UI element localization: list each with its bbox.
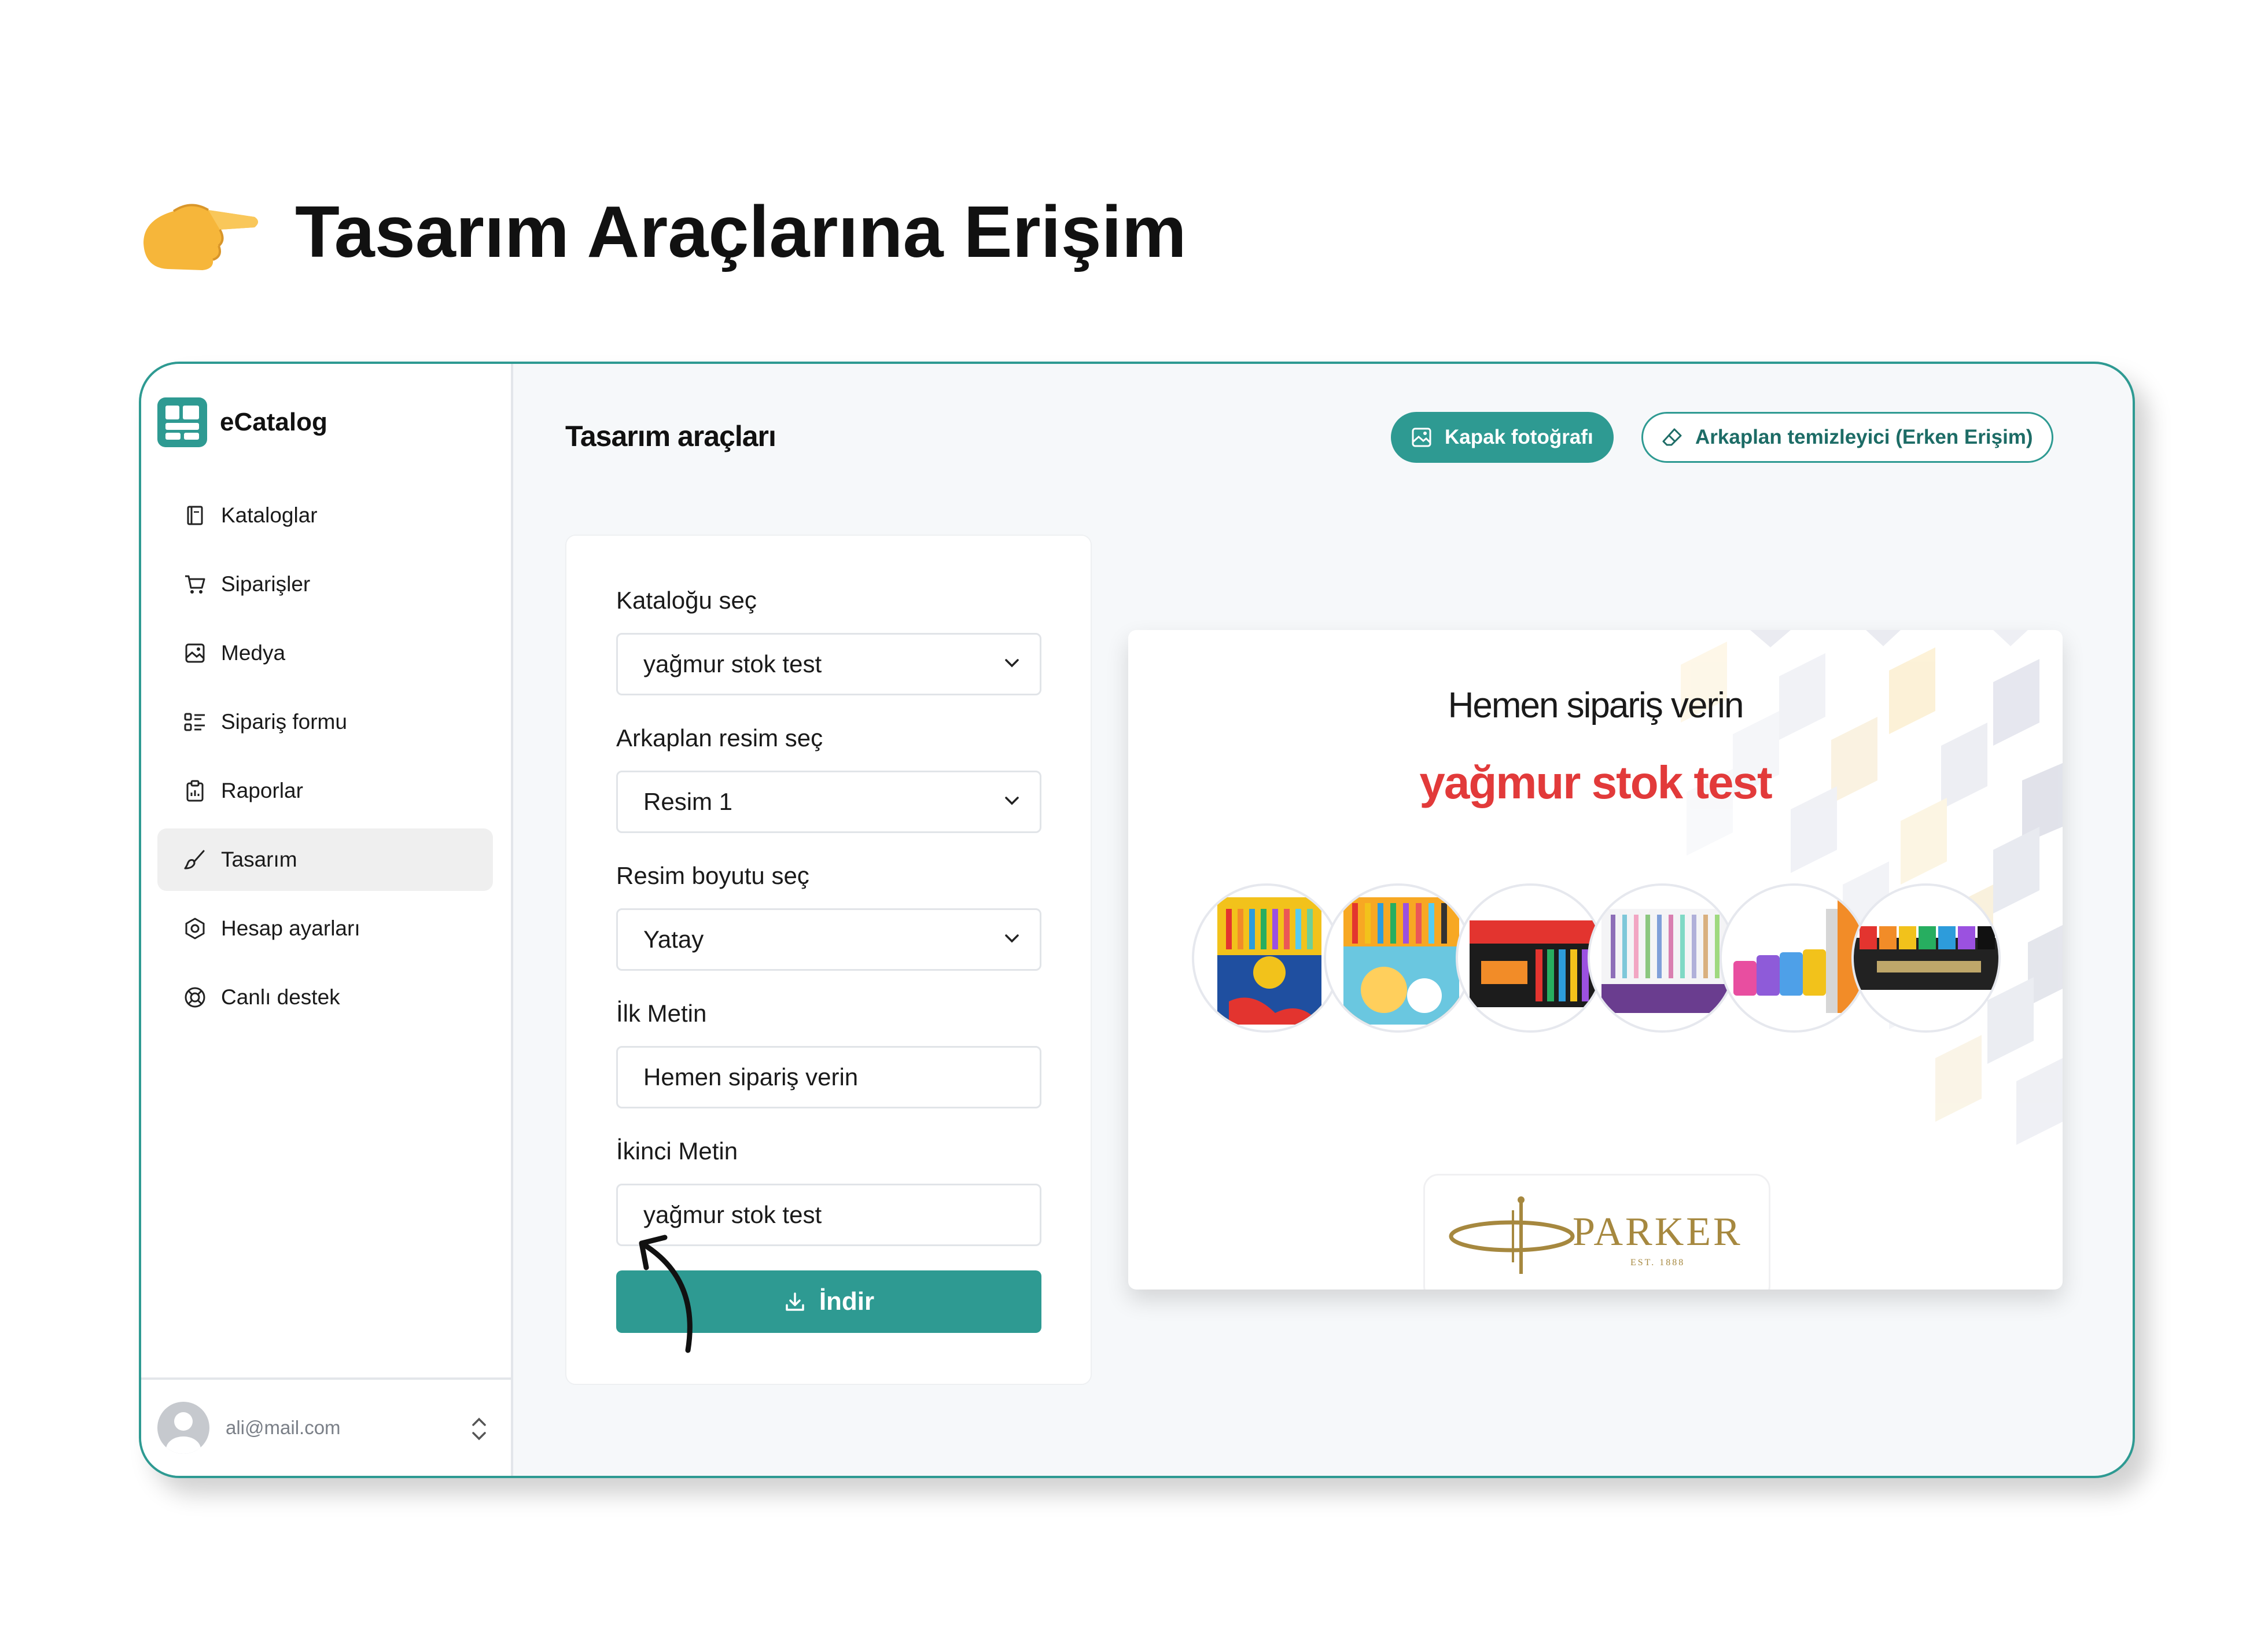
sidebar-item-label: Hesap ayarları — [221, 916, 360, 940]
page-title: Tasarım araçları — [565, 420, 776, 452]
product-image — [1192, 883, 1341, 1033]
product-image — [1324, 883, 1473, 1033]
sidebar-item-raporlar[interactable]: Raporlar — [157, 760, 493, 822]
avatar — [157, 1402, 209, 1454]
app-window: eCatalog Kataloglar Siparişler Medya Sip… — [139, 362, 2135, 1478]
catalog-select-value: yağmur stok test — [643, 650, 822, 677]
cover-photo-label: Kapak fotoğrafı — [1445, 426, 1593, 448]
image-icon — [183, 641, 207, 665]
sidebar-item-label: Kataloglar — [221, 503, 318, 527]
brand-logo-subtext: EST. 1888 — [1630, 1258, 1685, 1268]
product-image — [1720, 883, 1869, 1033]
sidebar-item-canli-destek[interactable]: Canlı destek — [157, 966, 493, 1029]
chevron-down-icon — [1005, 797, 1019, 805]
book-icon — [183, 503, 207, 528]
cover-photo-button[interactable]: Kapak fotoğrafı — [1391, 412, 1614, 463]
cart-icon — [183, 572, 207, 596]
user-email: ali@mail.com — [226, 1417, 341, 1438]
brand-logo-text: PARKER — [1573, 1210, 1743, 1254]
eraser-icon — [1662, 428, 1682, 446]
first-text-value: Hemen sipariş verin — [643, 1063, 859, 1091]
chevron-down-icon — [1005, 659, 1019, 668]
sidebar-item-label: Sipariş formu — [221, 710, 347, 734]
brand-name: eCatalog — [220, 408, 327, 436]
ecatalog-logo-icon — [157, 397, 207, 447]
product-circles — [1192, 883, 2002, 1034]
sidebar-item-label: Siparişler — [221, 572, 311, 596]
preview-second-text: yağmur stok test — [1419, 757, 1772, 808]
sidebar-item-medya[interactable]: Medya — [157, 622, 493, 684]
background-select-label: Arkaplan resim seç — [616, 724, 823, 751]
second-text-value: yağmur stok test — [643, 1201, 822, 1228]
sidebar-item-siparisler[interactable]: Siparişler — [157, 553, 493, 616]
brand-logo-card: PARKER EST. 1888 — [1423, 1174, 1770, 1290]
parker-logo-icon — [1449, 1196, 1575, 1274]
brand[interactable]: eCatalog — [157, 397, 327, 447]
image-icon — [1412, 428, 1431, 447]
first-text-label: İlk Metin — [616, 1000, 707, 1027]
preview-first-text: Hemen sipariş verin — [1448, 686, 1744, 725]
sidebar-nav: Kataloglar Siparişler Medya Sipariş form… — [157, 484, 493, 1035]
form-list-icon — [183, 710, 207, 734]
main-content: Tasarım araçları Kapak fotoğrafı Arkapla… — [513, 364, 2133, 1476]
pointing-hand-icon — [143, 204, 258, 270]
download-label: İndir — [819, 1287, 875, 1316]
clipboard-icon — [183, 779, 207, 803]
first-text-input[interactable]: Hemen sipariş verin — [616, 1046, 1041, 1108]
sidebar-item-label: Raporlar — [221, 779, 303, 802]
sidebar-item-label: Tasarım — [221, 848, 297, 871]
chevron-up-down-icon[interactable] — [470, 1414, 488, 1443]
design-preview: Hemen sipariş verin yağmur stok test PAR… — [1128, 630, 2063, 1290]
sidebar-item-label: Canlı destek — [221, 985, 340, 1009]
sidebar-item-label: Medya — [221, 641, 286, 665]
product-image — [1588, 883, 1737, 1033]
size-select[interactable]: Yatay — [616, 908, 1041, 971]
hero-title: Tasarım Araçlarına Erişim — [295, 190, 1187, 272]
catalog-select[interactable]: yağmur stok test — [616, 633, 1041, 695]
size-select-label: Resim boyutu seç — [616, 862, 809, 889]
chevron-down-icon — [1005, 934, 1019, 943]
sidebar-item-siparis-formu[interactable]: Sipariş formu — [157, 691, 493, 753]
settings-hexagon-icon — [183, 916, 207, 941]
lifebuoy-icon — [183, 985, 207, 1010]
background-remover-label: Arkaplan temizleyici (Erken Erişim) — [1695, 426, 2033, 448]
sidebar-item-hesap-ayarlari[interactable]: Hesap ayarları — [157, 897, 493, 960]
background-remover-button[interactable]: Arkaplan temizleyici (Erken Erişim) — [1641, 412, 2053, 463]
product-image — [1456, 883, 1605, 1033]
second-text-label: İkinci Metin — [616, 1137, 738, 1165]
background-select[interactable]: Resim 1 — [616, 771, 1041, 833]
user-menu[interactable]: ali@mail.com — [141, 1377, 511, 1476]
brush-icon — [183, 848, 207, 872]
size-select-value: Yatay — [643, 926, 704, 953]
sidebar-item-tasarim[interactable]: Tasarım — [157, 828, 493, 891]
product-image — [1851, 883, 2001, 1033]
sidebar: eCatalog Kataloglar Siparişler Medya Sip… — [141, 364, 513, 1476]
sidebar-item-kataloglar[interactable]: Kataloglar — [157, 484, 493, 547]
hero-heading: Tasarım Araçlarına Erişim — [139, 174, 1187, 289]
download-icon — [786, 1292, 804, 1311]
catalog-select-label: Kataloğu seç — [616, 587, 757, 614]
curved-arrow-icon — [639, 1235, 693, 1353]
background-select-value: Resim 1 — [643, 788, 733, 815]
